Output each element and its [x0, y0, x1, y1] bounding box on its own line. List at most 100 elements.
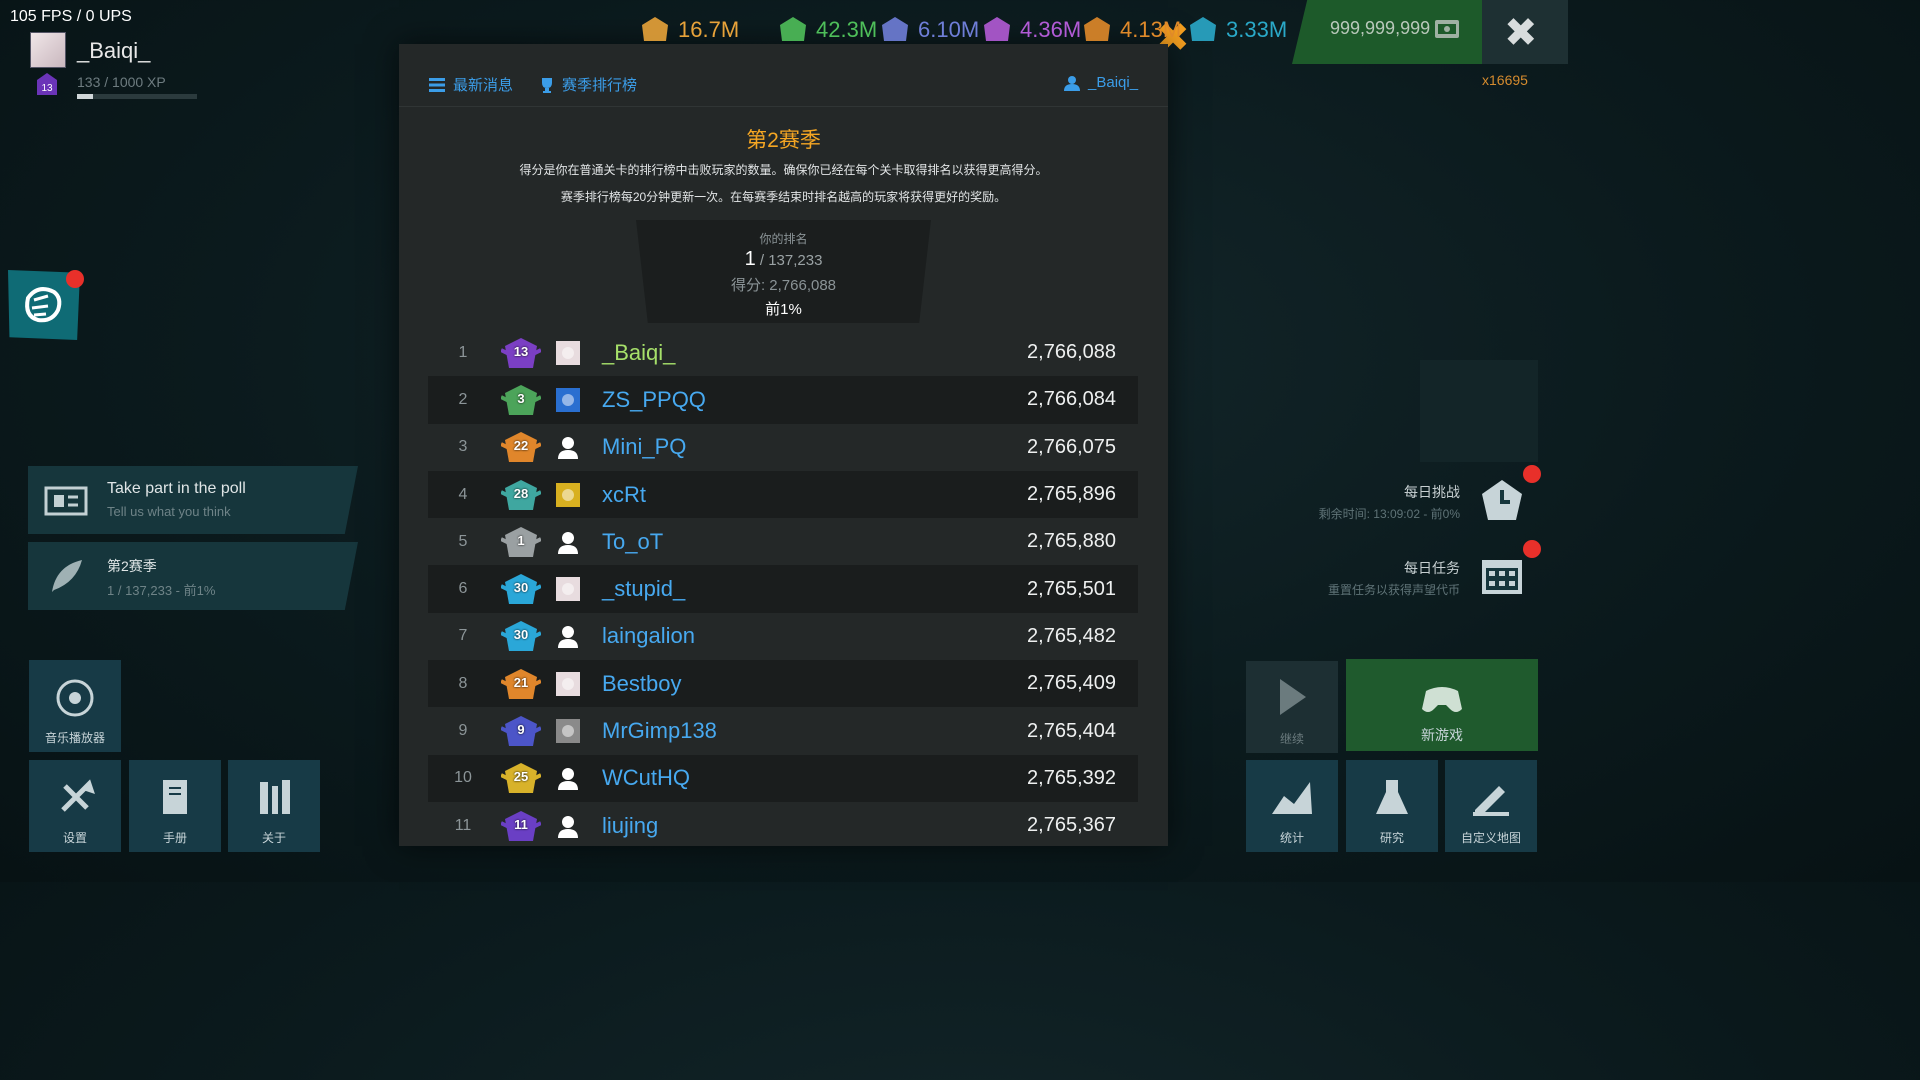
tab-profile[interactable]: _Baiqi_ — [1064, 74, 1138, 91]
poll-icon — [44, 486, 88, 516]
player-name[interactable]: Mini_PQ — [602, 434, 936, 460]
poll-subtitle: Tell us what you think — [107, 504, 231, 519]
tab-news[interactable]: 最新消息 — [429, 74, 513, 95]
season-leaderboard-modal: 最新消息 赛季排行榜 _Baiqi_ 第2赛季 得分是你在普通关卡的排行榜中击败… — [399, 44, 1168, 846]
user-icon — [1064, 75, 1080, 91]
leaderboard-row[interactable]: 4 28 xcRt 2,765,896 — [428, 470, 1138, 519]
rank-number: 2 — [458, 390, 468, 408]
rank-number: 7 — [458, 627, 468, 645]
about-button[interactable]: 关于 — [228, 760, 320, 852]
play-icon — [1280, 679, 1306, 715]
level-number: 28 — [513, 485, 529, 501]
level-badge-icon: 9 — [500, 714, 542, 748]
leaderboard-row[interactable]: 2 3 ZS_PPQQ 2,766,084 — [428, 376, 1138, 424]
resource-scalar: 16.7M — [640, 14, 739, 46]
resource-value: 16.7M — [678, 17, 740, 42]
your-percentile: 前1% — [765, 301, 802, 318]
level-badge-number: 13 — [41, 83, 53, 94]
player-avatar-icon — [556, 482, 580, 507]
book-icon — [163, 780, 187, 814]
player-name[interactable]: _stupid_ — [602, 576, 936, 602]
handbook-button[interactable]: 手册 — [129, 760, 221, 852]
handbook-label: 手册 — [162, 831, 187, 845]
custom-map-button[interactable]: 自定义地图 — [1445, 760, 1537, 852]
daily-challenge-icon[interactable] — [1478, 476, 1526, 524]
player-name[interactable]: laingalion — [602, 623, 936, 649]
leaderboard-row[interactable]: 9 9 MrGimp138 2,765,404 — [428, 707, 1138, 754]
your-score: 得分: 2,766,088 — [730, 277, 837, 294]
player-name[interactable]: xcRt — [602, 482, 936, 508]
level-badge: 13 — [498, 334, 544, 372]
leaderboard-row[interactable]: 8 21 Bestboy 2,765,409 — [428, 660, 1138, 708]
player-avatar-icon — [556, 624, 580, 649]
level-number: 13 — [513, 343, 529, 359]
player-name[interactable]: Bestboy — [602, 671, 936, 697]
your-rank-total: / 137,233 — [755, 252, 823, 269]
daily-challenge-title[interactable]: 每日挑战 — [1300, 482, 1460, 502]
statistics-label: 统计 — [1279, 831, 1304, 845]
music-player-button[interactable]: 音乐播放器 — [29, 660, 121, 752]
xp-text: 133 / 1000 XP — [77, 74, 166, 90]
leaderboard-row[interactable]: 7 30 laingalion 2,765,482 — [428, 613, 1138, 660]
level-badge: 25 — [498, 759, 544, 797]
player-score: 2,766,075 — [1027, 435, 1116, 458]
research-button[interactable]: 研究 — [1346, 760, 1438, 852]
daily-quests-title[interactable]: 每日任务 — [1300, 558, 1460, 578]
research-label: 研究 — [1379, 831, 1404, 845]
level-number: 22 — [513, 438, 529, 454]
season-card[interactable]: 第2赛季 1 / 137,233 - 前1% — [28, 542, 358, 610]
new-game-label: 新游戏 — [1421, 727, 1463, 743]
leaderboard-row[interactable]: 3 22 Mini_PQ 2,766,075 — [428, 424, 1138, 471]
leaderboard-row[interactable]: 11 11 liujing 2,765,367 — [428, 802, 1138, 849]
exit-icon[interactable]: ✖ — [1504, 10, 1538, 56]
player-avatar[interactable] — [30, 32, 66, 68]
player-name[interactable]: WCutHQ — [602, 765, 936, 791]
poll-card[interactable]: Take part in the poll Tell us what you t… — [28, 466, 358, 534]
level-badge-icon: 11 — [500, 809, 542, 843]
your-rank-label: 你的排名 — [759, 232, 808, 246]
continue-button[interactable]: 继续 — [1246, 661, 1338, 753]
season-card-title: 第2赛季 — [107, 558, 157, 574]
your-rank-line: 1 / 137,233 — [636, 248, 931, 271]
level-badge-icon: 21 — [500, 667, 542, 701]
about-label: 关于 — [261, 831, 286, 845]
player-name[interactable]: _Baiqi_ — [77, 38, 150, 64]
level-badge-icon: 13 — [36, 72, 58, 96]
season-title: 第2赛季 — [746, 129, 821, 152]
daily-quests-subtitle: 重置任务以获得声望代币 — [1327, 583, 1460, 597]
player-name[interactable]: liujing — [602, 813, 936, 839]
leaderboard-row[interactable]: 5 1 To_oT 2,765,880 — [428, 518, 1138, 565]
daily-challenge-notification-dot — [1523, 465, 1541, 483]
rank-number: 10 — [454, 769, 472, 787]
level-number: 9 — [517, 722, 525, 738]
rank-number: 6 — [458, 580, 468, 598]
player-name[interactable]: MrGimp138 — [602, 718, 936, 744]
new-game-button[interactable]: 新游戏 — [1346, 659, 1538, 751]
settings-button[interactable]: 设置 — [29, 760, 121, 852]
resource-value: 4.13M — [1120, 17, 1182, 42]
level-badge: 28 — [498, 476, 544, 514]
leaderboard-row[interactable]: 6 30 _stupid_ 2,765,501 — [428, 565, 1138, 613]
minimap[interactable] — [1420, 360, 1538, 462]
player-name[interactable]: _Baiqi_ — [602, 340, 936, 366]
player-avatar-icon — [556, 719, 580, 744]
season-description-2: 赛季排行榜每20分钟更新一次。在每赛季结束时排名越高的玩家将获得更好的奖励。 — [560, 190, 1007, 204]
player-score: 2,765,404 — [1027, 719, 1116, 742]
player-name[interactable]: ZS_PPQQ — [602, 387, 936, 413]
tab-season-leaderboard[interactable]: 赛季排行榜 — [540, 74, 637, 95]
player-avatar-icon — [556, 671, 580, 696]
tab-profile-label: _Baiqi_ — [1088, 74, 1139, 91]
feather-icon — [52, 560, 82, 592]
player-score: 2,765,896 — [1027, 483, 1116, 506]
leaderboard-row[interactable]: 10 25 WCutHQ 2,765,392 — [428, 754, 1138, 802]
calendar-icon[interactable] — [1480, 554, 1524, 598]
statistics-button[interactable]: 统计 — [1246, 760, 1338, 852]
player-score: 2,765,880 — [1027, 530, 1116, 553]
poll-title: Take part in the poll — [107, 480, 246, 497]
rank-number: 8 — [458, 674, 468, 692]
xp-progress-bar — [77, 94, 197, 99]
vinyl-icon — [56, 679, 94, 717]
leaderboard-row[interactable]: 1 13 _Baiqi_ 2,766,088 — [428, 329, 1138, 376]
player-name[interactable]: To_oT — [602, 529, 936, 555]
infiar-icon — [1084, 17, 1110, 41]
